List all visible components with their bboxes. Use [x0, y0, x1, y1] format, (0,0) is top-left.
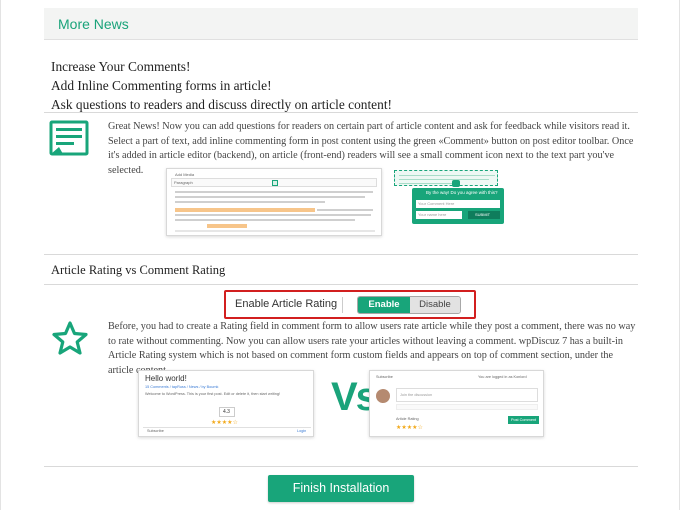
shot-article-rating-label: Article Rating — [396, 417, 419, 421]
shot-right-logged: You are logged in as Konlord — [478, 375, 527, 379]
popup-question: By the way! Do you agree with this? — [426, 190, 498, 195]
intro-line-1: Increase Your Comments! — [51, 59, 191, 74]
inline-text-snippet — [394, 170, 498, 186]
divider — [44, 284, 638, 285]
shot-post-meta: 15 Comments / tapRuss / News / by Boumk — [145, 385, 219, 389]
popup-comment-field[interactable]: Your Comment Here — [416, 200, 500, 208]
comment-toolbar-icon — [272, 180, 278, 186]
editor-screenshot: Add Media Paragraph — [166, 168, 382, 236]
more-news-header: More News — [44, 8, 638, 40]
comment-bubble-icon[interactable] — [452, 180, 460, 187]
shot-comment-field: Join the discussion — [396, 388, 538, 402]
shot-post-title: Hello world! — [145, 374, 187, 383]
header-title: More News — [58, 16, 129, 32]
finish-installation-button[interactable]: Finish Installation — [268, 475, 414, 502]
inline-comment-popup: By the way! Do you agree with this? Your… — [412, 188, 504, 224]
shot-post-body: Welcome to WordPress. This is your first… — [145, 392, 281, 396]
article-rating-toggle-box: Enable Article Rating Enable Disable — [224, 290, 476, 319]
editor-tab: Add Media — [175, 172, 195, 177]
toggle-separator — [342, 297, 343, 313]
setup-page: More News Increase Your Comments! Add In… — [0, 0, 680, 510]
shot-rating-score: 4.3 — [223, 409, 230, 415]
comment-rating-screenshot: Subscribe You are logged in as Konlord J… — [369, 370, 544, 437]
editor-format-dropdown: Paragraph — [174, 180, 193, 185]
popup-submit-button[interactable]: SUBMIT — [468, 211, 500, 219]
intro-text: Increase Your Comments! Add Inline Comme… — [51, 57, 392, 114]
divider — [44, 466, 638, 467]
article-rating-label: Enable Article Rating — [235, 298, 338, 310]
editor-toolbar: Paragraph — [171, 178, 377, 187]
disable-button[interactable]: Disable — [410, 297, 460, 313]
shot-subscribe: Subscribe — [147, 429, 164, 433]
selected-text-highlight — [175, 208, 315, 212]
shot-login: Login — [297, 429, 307, 433]
section-title: Article Rating vs Comment Rating — [51, 263, 226, 277]
shot-right-subscribe: Subscribe — [376, 375, 393, 379]
popup-name-field[interactable]: Your name here — [416, 211, 462, 219]
intro-line-2: Add Inline Commenting forms in article! — [51, 78, 272, 93]
shot-post-comment-button: Post Comment — [508, 416, 539, 424]
shot-comment-stars: ★★★★☆ — [396, 425, 423, 431]
divider — [44, 254, 638, 255]
star-outline-icon — [52, 321, 88, 355]
avatar — [376, 389, 390, 403]
enable-button[interactable]: Enable — [358, 297, 410, 313]
shot-rating-score-box: 4.3 — [219, 407, 235, 417]
news-list-icon — [49, 120, 89, 156]
shot-format-toolbar — [396, 404, 538, 410]
divider — [44, 112, 638, 113]
article-rating-screenshot: Hello world! 15 Comments / tapRuss / New… — [138, 370, 314, 437]
shot-rating-stars: ★★★★☆ — [211, 420, 238, 426]
article-rating-toggle[interactable]: Enable Disable — [357, 296, 461, 314]
